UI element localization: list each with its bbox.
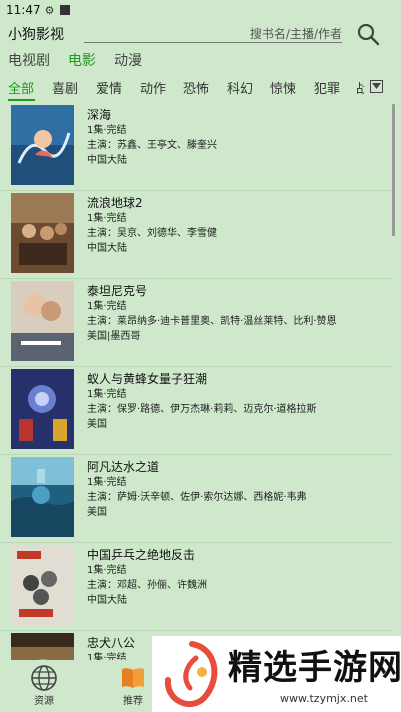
movie-poster xyxy=(11,545,74,625)
watermark-url: www.tzymjx.net xyxy=(280,692,368,705)
movie-list-item[interactable]: 泰坦尼克号 1集·完结 主演：莱昂纳多·迪卡普里奥、凯特·温丝莱特、比利·赞恩 … xyxy=(0,278,392,367)
globe-icon xyxy=(31,665,57,691)
movie-poster xyxy=(11,105,74,185)
settings-status-icon: ⚙ xyxy=(44,3,55,17)
movie-region: 美国 xyxy=(87,419,107,430)
movie-region: 美国 xyxy=(87,507,107,518)
movie-cast: 主演：莱昂纳多·迪卡普里奥、凯特·温丝莱特、比利·赞恩 xyxy=(87,316,337,327)
search-input[interactable] xyxy=(84,26,342,43)
movie-title: 泰坦尼克号 xyxy=(87,284,148,298)
category-active-underline xyxy=(8,99,35,101)
movie-poster xyxy=(11,193,74,273)
category-tab-crime[interactable]: 犯罪 xyxy=(314,78,340,97)
movie-cast: 主演：苏鑫、王亭文、滕奎兴 xyxy=(87,140,217,151)
movie-list-item[interactable]: 流浪地球2 1集·完结 主演：吴京、刘德华、李雪健 中国大陆 xyxy=(0,190,392,279)
app-title: 小狗影视 xyxy=(8,27,64,43)
tab-movies[interactable]: 电影 xyxy=(68,50,96,72)
category-tab-thriller[interactable]: 惊悚 xyxy=(270,78,296,97)
movie-poster xyxy=(11,457,74,537)
tab-anime[interactable]: 动漫 xyxy=(114,50,142,72)
watermark-text: 精选手游网 xyxy=(228,648,401,688)
movie-title: 阿凡达水之道 xyxy=(87,460,160,474)
movie-episodes: 1集·完结 xyxy=(87,125,127,136)
movie-episodes: 1集·完结 xyxy=(87,301,127,312)
movie-title: 流浪地球2 xyxy=(87,196,143,210)
movie-poster xyxy=(11,633,74,660)
status-time: 11:47 xyxy=(6,3,41,17)
category-tab-romance[interactable]: 爱情 xyxy=(96,78,122,97)
movie-episodes: 1集·完结 xyxy=(87,565,127,576)
movie-cast: 主演：邓超、孙俪、许魏洲 xyxy=(87,580,207,591)
search-icon xyxy=(357,23,380,46)
watermark: 精选手游网 www.tzymjx.net xyxy=(152,636,401,712)
movie-info: 阿凡达水之道 1集·完结 主演：萨姆·沃辛顿、佐伊·索尔达娜、西格妮·韦弗 美国 xyxy=(87,459,388,520)
movie-list-item[interactable]: 深海 1集·完结 主演：苏鑫、王亭文、滕奎兴 中国大陆 xyxy=(0,102,392,191)
movie-list: 深海 1集·完结 主演：苏鑫、王亭文、滕奎兴 中国大陆 流浪地球2 1集·完结 … xyxy=(0,102,401,660)
book-icon xyxy=(122,668,144,688)
app-header: 小狗影视 xyxy=(0,20,401,48)
movie-cast: 主演：吴京、刘德华、李雪健 xyxy=(87,228,217,239)
status-bar: 11:47 ⚙ xyxy=(0,0,401,20)
category-tab-partial[interactable]: 战 xyxy=(356,78,364,100)
tab-tv-series[interactable]: 电视剧 xyxy=(8,50,50,72)
movie-list-item[interactable]: 中国乒乓之绝地反击 1集·完结 主演：邓超、孙俪、许魏洲 中国大陆 xyxy=(0,542,392,631)
movie-episodes: 1集·完结 xyxy=(87,477,127,488)
category-tab-all[interactable]: 全部 xyxy=(8,78,34,97)
main-tabs: 电视剧 电影 动漫 xyxy=(0,50,152,72)
watermark-logo-icon xyxy=(164,641,218,707)
category-tab-comedy[interactable]: 喜剧 xyxy=(52,78,78,97)
list-scrollbar[interactable] xyxy=(392,104,395,236)
movie-region: 中国大陆 xyxy=(87,155,127,166)
triangle-down-icon xyxy=(372,83,381,89)
movie-title: 蚁人与黄蜂女量子狂潮 xyxy=(87,372,208,386)
category-tab-scifi[interactable]: 科幻 xyxy=(227,78,253,97)
movie-title: 深海 xyxy=(87,108,112,122)
nav-item-resources[interactable]: 资源 xyxy=(14,664,74,707)
movie-cast: 主演：萨姆·沃辛顿、佐伊·索尔达娜、西格妮·韦弗 xyxy=(87,492,307,503)
movie-region: 美国|墨西哥 xyxy=(87,331,141,342)
nav-label-resources: 资源 xyxy=(34,696,54,707)
movie-region: 中国大陆 xyxy=(87,595,127,606)
category-dropdown-button[interactable] xyxy=(370,80,383,93)
category-tab-action[interactable]: 动作 xyxy=(140,78,166,97)
movie-info: 泰坦尼克号 1集·完结 主演：莱昂纳多·迪卡普里奥、凯特·温丝莱特、比利·赞恩 … xyxy=(87,283,388,344)
category-tabs: 全部 喜剧 爱情 动作 恐怖 科幻 惊悚 犯罪 战 xyxy=(0,78,401,101)
notification-square-icon xyxy=(60,5,71,15)
movie-region: 中国大陆 xyxy=(87,243,127,254)
movie-cast: 主演：保罗·路德、伊万杰琳·莉莉、迈克尔·道格拉斯 xyxy=(87,404,317,415)
movie-info: 深海 1集·完结 主演：苏鑫、王亭文、滕奎兴 中国大陆 xyxy=(87,107,388,168)
movie-info: 流浪地球2 1集·完结 主演：吴京、刘德华、李雪健 中国大陆 xyxy=(87,195,388,256)
movie-poster xyxy=(11,281,74,361)
movie-info: 蚁人与黄蜂女量子狂潮 1集·完结 主演：保罗·路德、伊万杰琳·莉莉、迈克尔·道格… xyxy=(87,371,388,432)
movie-poster xyxy=(11,369,74,449)
movie-list-item[interactable]: 阿凡达水之道 1集·完结 主演：萨姆·沃辛顿、佐伊·索尔达娜、西格妮·韦弗 美国 xyxy=(0,454,392,543)
movie-episodes: 1集·完结 xyxy=(87,213,127,224)
movie-title: 中国乒乓之绝地反击 xyxy=(87,548,196,562)
movie-episodes: 1集·完结 xyxy=(87,389,127,400)
category-tab-horror[interactable]: 恐怖 xyxy=(183,78,209,97)
movie-info: 中国乒乓之绝地反击 1集·完结 主演：邓超、孙俪、许魏洲 中国大陆 xyxy=(87,547,388,608)
movie-list-item[interactable]: 蚁人与黄蜂女量子狂潮 1集·完结 主演：保罗·路德、伊万杰琳·莉莉、迈克尔·道格… xyxy=(0,366,392,455)
search-button[interactable] xyxy=(356,22,380,46)
